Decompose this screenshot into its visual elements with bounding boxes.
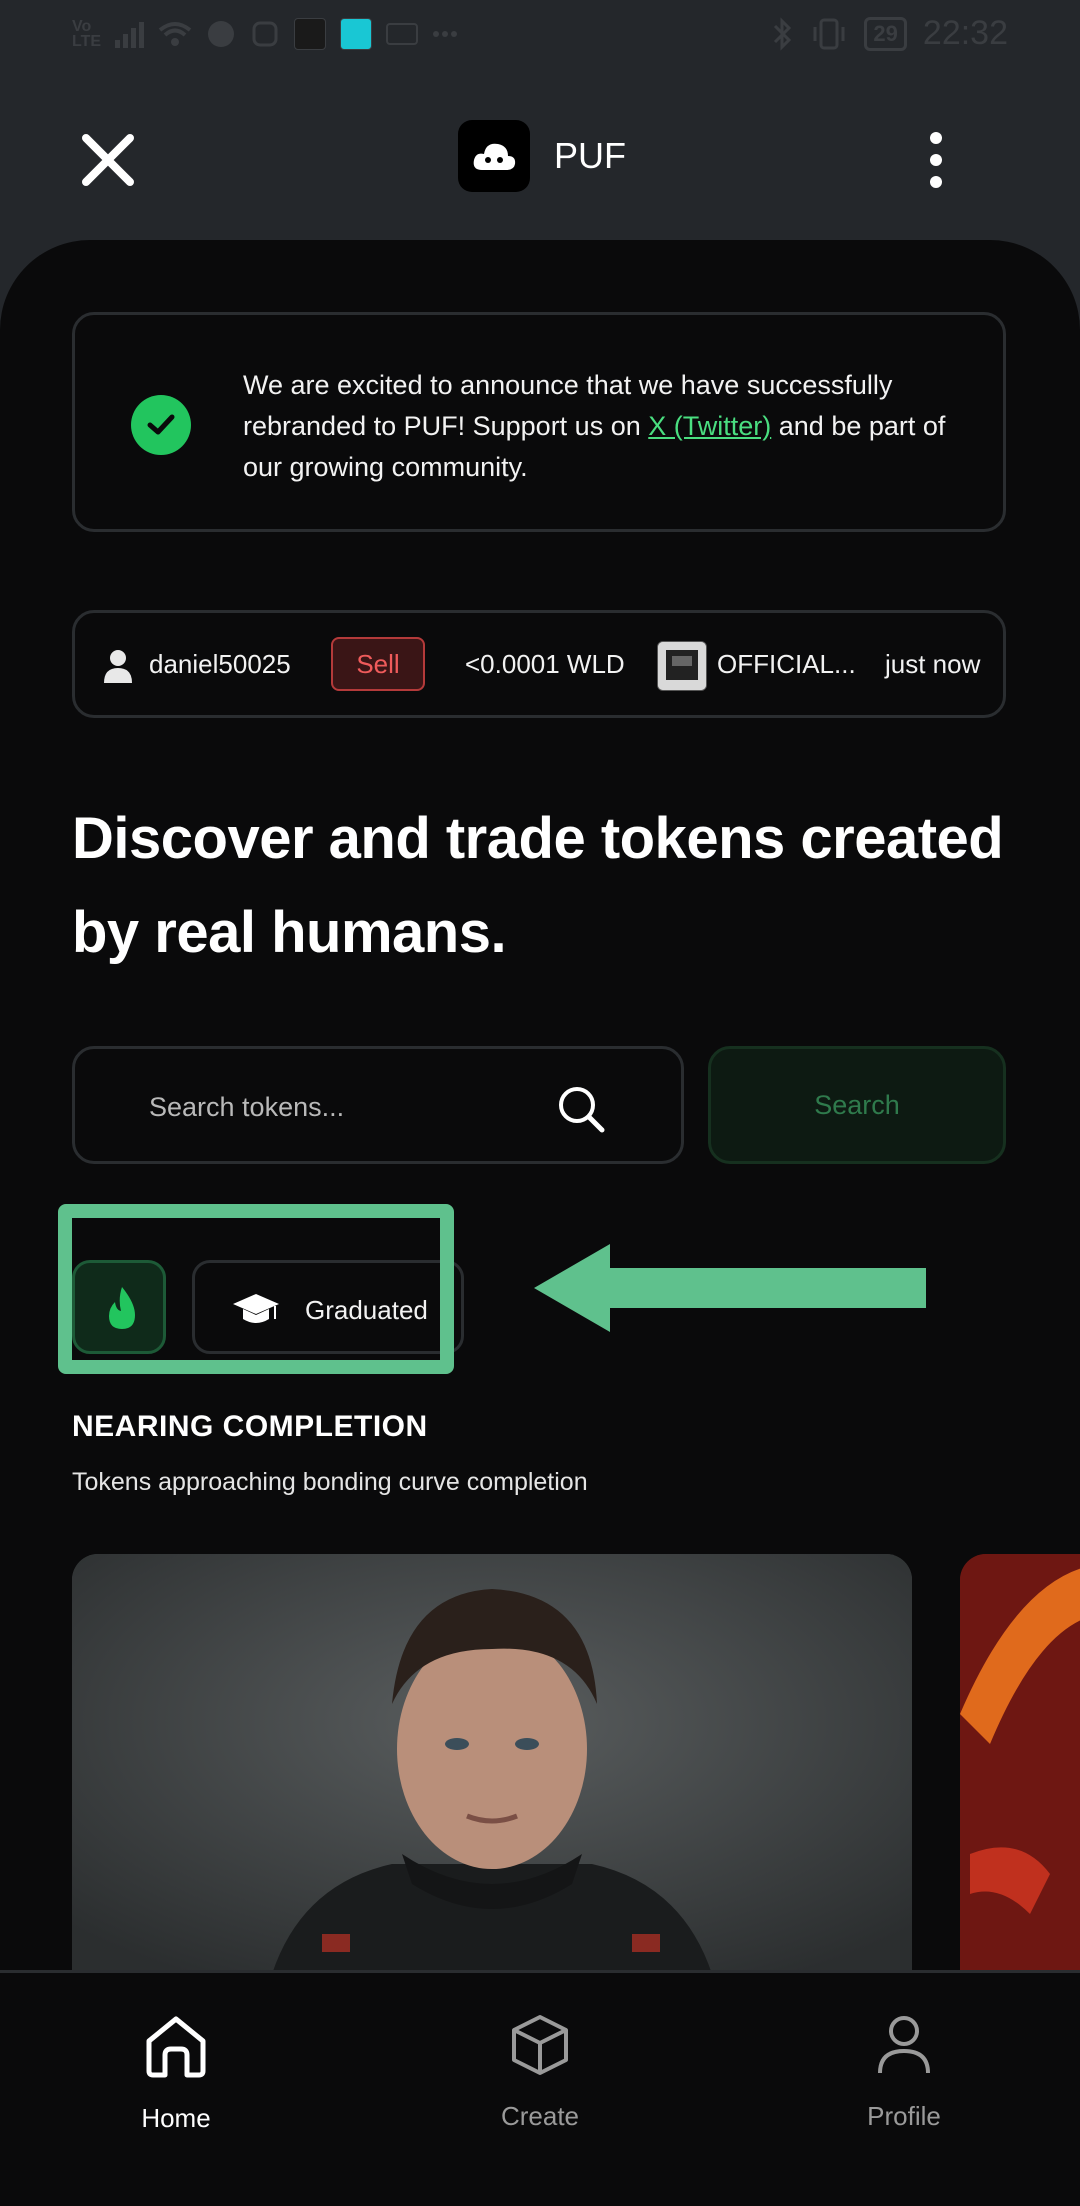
user-icon <box>878 2016 930 2074</box>
trader-username: daniel50025 <box>149 649 291 679</box>
status-bar: Vo LTE 29 22:32 <box>0 0 1080 72</box>
box-icon <box>512 2015 568 2075</box>
annotation-arrow-icon <box>534 1244 926 1332</box>
twitter-link[interactable]: X (Twitter) <box>648 411 771 441</box>
search-field[interactable] <box>72 1046 684 1164</box>
hand-icon <box>252 21 278 47</box>
bottom-navigation: Home Create Profile <box>0 1970 1080 2206</box>
volte-label: Vo LTE <box>72 18 102 50</box>
nav-home-label: Home <box>141 2103 211 2133</box>
search-icon[interactable] <box>555 1083 607 1135</box>
sell-badge: Sell <box>331 637 425 691</box>
user-icon <box>104 650 132 683</box>
app-notification-icon-2 <box>340 18 373 50</box>
token-card-image <box>72 1554 912 1974</box>
nav-home[interactable]: Home <box>76 2013 276 2134</box>
nav-profile[interactable]: Profile <box>804 2013 1004 2132</box>
hero-headline: Discover and trade tokens created by rea… <box>72 806 1004 965</box>
token-card[interactable] <box>72 1554 912 1974</box>
clock: 22:32 <box>922 14 1008 52</box>
cloud-logo-icon <box>473 143 516 170</box>
nav-create-label: Create <box>500 2101 580 2131</box>
status-icons-right: 29 22:32 <box>772 14 1008 53</box>
search-button[interactable]: Search <box>708 1046 1006 1164</box>
announcement-banner: We are excited to announce that we have … <box>72 312 1006 532</box>
token-card-next[interactable] <box>960 1554 1080 1974</box>
status-icons-left: Vo LTE <box>72 18 458 50</box>
app-logo <box>458 120 530 192</box>
token-card-image-next <box>960 1554 1080 1974</box>
success-check-icon <box>131 395 191 455</box>
more-notifications-icon <box>433 31 458 37</box>
token-thumbnail <box>657 641 707 691</box>
signal-icon <box>115 20 145 48</box>
bluetooth-icon <box>774 16 792 51</box>
section-title: NEARING COMPLETION <box>72 1410 428 1443</box>
battery-icon: 29 <box>864 16 907 51</box>
nav-create[interactable]: Create <box>440 2013 640 2132</box>
trade-amount: <0.0001 WLD <box>465 649 625 679</box>
temu-icon <box>386 23 419 45</box>
wifi-icon <box>158 22 192 46</box>
more-options-icon[interactable] <box>918 130 954 190</box>
section-subtitle: Tokens approaching bonding curve complet… <box>72 1468 588 1496</box>
app-title: PUF <box>554 135 626 176</box>
search-input[interactable] <box>147 1081 531 1133</box>
home-icon <box>146 2016 206 2078</box>
trade-time: just now <box>885 649 981 679</box>
token-name: OFFICIAL... <box>717 649 856 679</box>
close-icon[interactable] <box>78 130 138 190</box>
nav-profile-label: Profile <box>867 2101 941 2131</box>
vibrate-icon <box>813 18 845 49</box>
messenger-icon <box>208 21 235 47</box>
announcement-text: We are excited to announce that we have … <box>243 365 963 488</box>
app-notification-icon <box>294 18 327 50</box>
annotation-highlight-box <box>58 1204 454 1374</box>
app-brand: PUF <box>458 120 626 192</box>
app-header: PUF <box>0 72 1080 242</box>
live-trade-ticker[interactable]: daniel50025 Sell <0.0001 WLD OFFICIAL...… <box>72 610 1006 718</box>
